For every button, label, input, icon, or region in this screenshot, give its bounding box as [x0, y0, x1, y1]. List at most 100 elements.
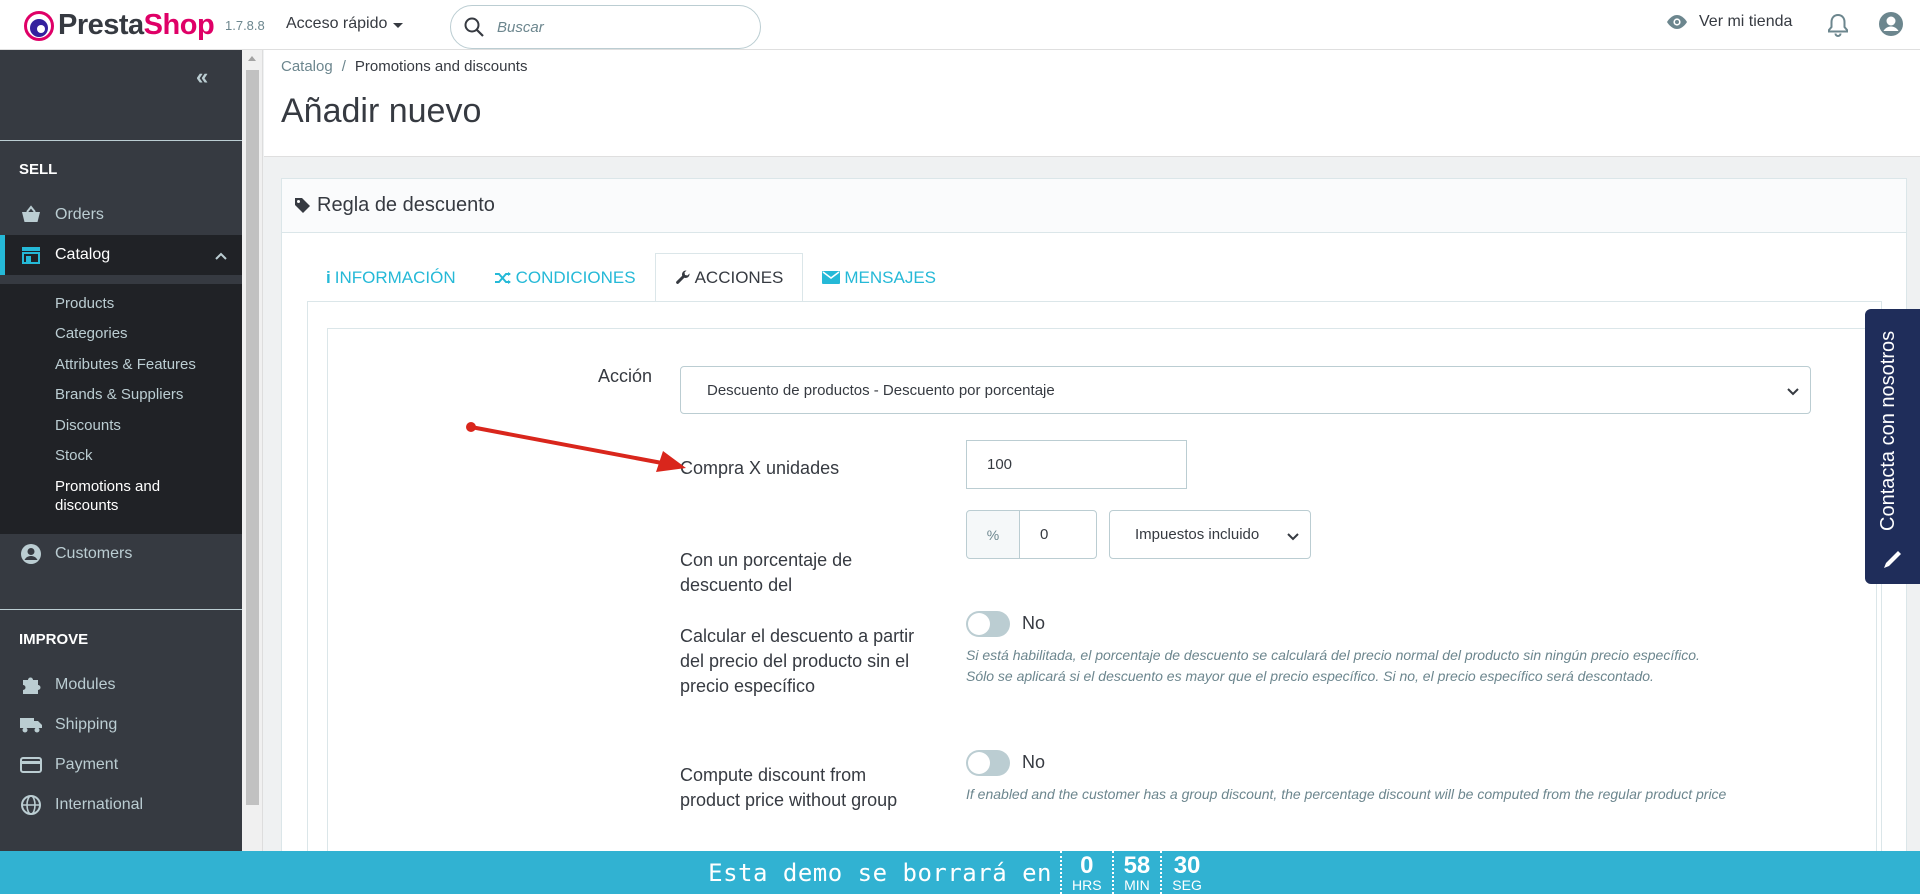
breadcrumb-current: Promotions and discounts — [354, 58, 528, 75]
accion-select[interactable]: Descuento de productos - Descuento por p… — [680, 366, 1811, 414]
submenu-item-discounts[interactable]: Discounts — [55, 416, 121, 435]
contact-us-tab[interactable]: Contacta con nosotros — [1865, 309, 1920, 584]
porcentaje-label-line1: Con un porcentaje de — [680, 550, 853, 570]
tab-label: CONDICIONES — [515, 267, 636, 287]
page-title: Añadir nuevo — [281, 92, 482, 130]
view-shop-link[interactable]: Ver mi tienda — [1665, 13, 1792, 31]
scrollbar-thumb[interactable] — [246, 70, 259, 805]
compute-label: Compute discount from product price with… — [680, 763, 930, 813]
version-label: 1.7.8.8 — [225, 18, 265, 33]
sidebar-item-label: Modules — [55, 676, 116, 693]
sidebar-scrollbar[interactable] — [242, 50, 263, 851]
eye-icon — [1667, 15, 1687, 29]
sidebar-section-improve: IMPROVE — [19, 631, 89, 648]
search-input[interactable] — [497, 18, 737, 36]
scroll-up-arrow-icon[interactable] — [248, 56, 256, 61]
tab-label: ACCIONES — [694, 267, 784, 287]
calcular-toggle[interactable] — [966, 611, 1010, 637]
chevron-up-icon — [214, 248, 228, 266]
calcular-label-line2: del precio del producto sin el — [680, 651, 910, 671]
sidebar-divider — [0, 140, 242, 141]
truck-icon — [19, 716, 43, 734]
sidebar-item-international[interactable]: International — [0, 785, 242, 825]
quick-access-label: Acceso rápido — [286, 15, 388, 32]
tab-acciones[interactable]: ACCIONES — [654, 253, 804, 302]
countdown-minutes-value: 58 — [1123, 851, 1151, 879]
calcular-help-text: Si está habilitada, el porcentaje de des… — [966, 645, 1846, 687]
submenu-item-promotions[interactable]: Promotions and discounts — [55, 477, 185, 515]
calcular-label-line1: Calcular el descuento a partir — [680, 626, 915, 646]
chevron-down-icon — [1286, 529, 1300, 546]
tab-condiciones[interactable]: CONDICIONES — [475, 253, 655, 302]
impuestos-select[interactable]: Impuestos incluido — [1109, 510, 1311, 559]
countdown-hours-unit: HRS — [1072, 876, 1102, 893]
sidebar-item-orders[interactable]: Orders — [0, 195, 242, 235]
sidebar-item-catalog[interactable]: Catalog — [0, 235, 242, 275]
tab-label: INFORMACIÓN — [334, 267, 456, 287]
demo-countdown-banner: Esta demo se borrará en 0 HRS 58 MIN 30 … — [0, 851, 1920, 894]
porcentaje-label: Con un porcentaje de descuento del — [680, 548, 900, 598]
calcular-label: Calcular el descuento a partir del preci… — [680, 624, 930, 699]
calcular-label-line3: precio específico — [680, 676, 816, 696]
store-icon — [19, 245, 43, 265]
collapse-sidebar-icon[interactable]: « — [196, 64, 208, 90]
compra-input[interactable]: 100 — [966, 440, 1187, 489]
quick-access-dropdown[interactable]: Acceso rápido — [286, 15, 404, 33]
breadcrumb: Catalog / Promotions and discounts — [281, 58, 528, 75]
countdown-message: Esta demo se borrará en — [708, 858, 1052, 887]
sidebar-item-modules[interactable]: Modules — [0, 665, 242, 705]
accion-label: Acción — [597, 366, 652, 386]
contact-us-label: Contacta con nosotros — [1877, 330, 1899, 531]
tab-informacion[interactable]: i INFORMACIÓN — [307, 253, 475, 302]
search-box[interactable] — [450, 5, 761, 49]
puzzle-icon — [19, 674, 43, 696]
panel-title: Regla de descuento — [317, 194, 495, 216]
top-header: PrestaShop 1.7.8.8 Acceso rápido Ver mi … — [0, 0, 1920, 50]
sidebar-item-shipping[interactable]: Shipping — [0, 705, 242, 745]
submenu-item-attributes[interactable]: Attributes & Features — [55, 355, 196, 374]
sidebar-item-label: International — [55, 796, 144, 813]
compute-label-line1: Compute discount from — [680, 765, 867, 785]
sidebar-item-payment[interactable]: Payment — [0, 745, 242, 785]
porcentaje-input[interactable]: 0 — [1019, 510, 1097, 559]
page-toolbar: Catalog / Promotions and discounts Añadir … — [264, 50, 1920, 157]
account-icon — [19, 543, 43, 565]
view-shop-label: Ver mi tienda — [1699, 13, 1793, 30]
sidebar-item-label: Payment — [55, 756, 119, 773]
sidebar-section-sell: SELL — [19, 161, 58, 178]
impuestos-select-value: Impuestos incluido — [1135, 526, 1260, 543]
sidebar-nav: « SELL Orders Catalog Products Categorie… — [0, 50, 242, 851]
breadcrumb-catalog[interactable]: Catalog — [281, 58, 333, 75]
sidebar-item-label: Customers — [55, 545, 133, 562]
shuffle-icon — [494, 271, 511, 284]
sidebar-item-label: Shipping — [55, 716, 118, 733]
sidebar-item-label: Catalog — [55, 246, 111, 263]
compute-label-line2: product price without group — [680, 790, 898, 810]
pencil-icon — [1884, 551, 1901, 568]
calcular-toggle-label: No — [1022, 613, 1046, 633]
card-icon — [19, 756, 43, 774]
search-icon[interactable] — [463, 16, 485, 38]
submenu-item-products[interactable]: Products — [55, 294, 114, 313]
sidebar-item-customers[interactable]: Customers — [0, 534, 242, 574]
countdown-hours-value: 0 — [1080, 851, 1094, 879]
red-annotation-arrow — [466, 422, 686, 472]
countdown-minutes-unit: MIN — [1124, 876, 1150, 893]
tab-content: Acción Descuento de productos - Descuent… — [307, 301, 1882, 894]
submenu-item-categories[interactable]: Categories — [55, 324, 128, 343]
calcular-help-line2: Sólo se aplicará si el descuento es mayo… — [966, 668, 1654, 684]
envelope-icon — [822, 271, 841, 284]
prestashop-logo[interactable]: PrestaShop — [24, 9, 215, 42]
notifications-bell-icon[interactable] — [1826, 12, 1850, 43]
countdown-seconds-unit: SEG — [1172, 876, 1202, 893]
submenu-item-brands[interactable]: Brands & Suppliers — [55, 385, 183, 404]
user-account-icon[interactable] — [1878, 11, 1904, 42]
submenu-item-stock[interactable]: Stock — [55, 446, 93, 465]
compute-toggle[interactable] — [966, 750, 1010, 776]
tab-label: MENSAJES — [844, 267, 937, 287]
tab-mensajes[interactable]: MENSAJES — [803, 253, 955, 302]
sidebar-divider — [0, 609, 242, 610]
countdown-seconds: 30 SEG — [1160, 851, 1212, 894]
caret-down-icon — [393, 22, 404, 28]
countdown-minutes: 58 MIN — [1111, 851, 1161, 894]
